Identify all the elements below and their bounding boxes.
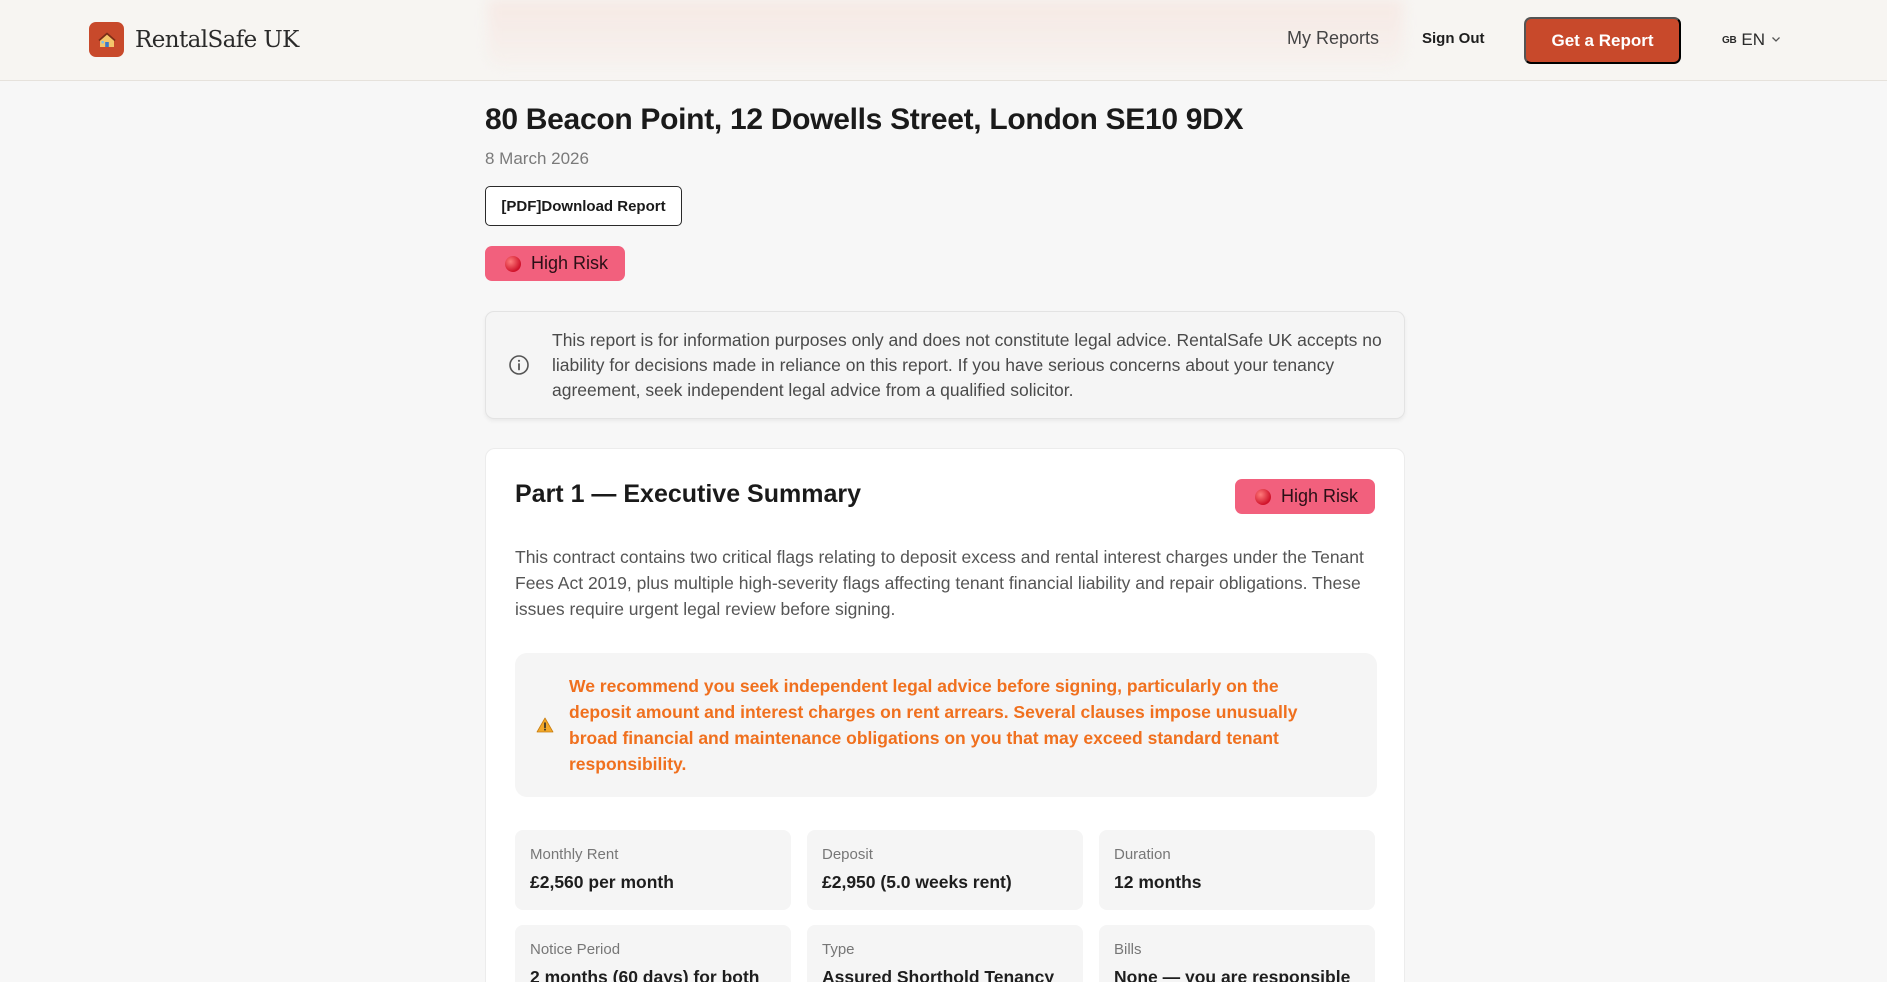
flag-icon: GB	[1722, 34, 1737, 46]
fact-bills: Bills None — you are responsible	[1099, 925, 1375, 982]
fact-label: Bills	[1114, 941, 1142, 958]
risk-dot-icon	[1254, 488, 1271, 505]
fact-type: Type Assured Shorthold Tenancy	[807, 925, 1083, 982]
recommendation-box: We recommend you seek independent legal …	[515, 653, 1377, 797]
recommendation-text: We recommend you seek independent legal …	[569, 676, 1298, 774]
fact-notice-period: Notice Period 2 months (60 days) for bot…	[515, 925, 791, 982]
fact-label: Deposit	[822, 846, 873, 863]
fact-label: Notice Period	[530, 941, 621, 958]
risk-dot-icon	[505, 255, 521, 272]
fact-value: 2 months (60 days) for both	[530, 967, 760, 982]
fact-deposit: Deposit £2,950 (5.0 weeks rent)	[807, 830, 1083, 910]
header-glow	[488, 0, 1403, 66]
page-title: 80 Beacon Point, 12 Dowells Street, Lond…	[485, 103, 1244, 136]
fact-label: Type	[822, 941, 855, 958]
top-navbar: RentalSafe UK My Reports Sign Out Get a …	[0, 0, 1887, 81]
fact-label: Monthly Rent	[530, 846, 619, 863]
fact-value: Assured Shorthold Tenancy	[822, 967, 1055, 982]
executive-summary-card: Part 1 — Executive Summary High Risk Thi…	[485, 448, 1405, 982]
fact-duration: Duration 12 months	[1099, 830, 1375, 910]
info-icon	[508, 354, 530, 381]
risk-badge: High Risk	[485, 246, 626, 281]
fact-value: 12 months	[1114, 872, 1202, 892]
fact-value: None — you are responsible	[1114, 967, 1351, 982]
risk-label: High Risk	[1280, 486, 1358, 506]
disclaimer-box: This report is for information purposes …	[485, 311, 1405, 419]
summary-text: This contract contains two critical flag…	[515, 547, 1364, 619]
disclaimer-text: This report is for information purposes …	[552, 330, 1382, 400]
section-title: Part 1 — Executive Summary	[515, 480, 861, 508]
fact-label: Duration	[1114, 846, 1171, 863]
fact-monthly-rent: Monthly Rent £2,560 per month	[515, 830, 791, 910]
house-logo-icon	[89, 22, 124, 57]
warning-icon	[536, 717, 554, 738]
key-facts-grid: Monthly Rent £2,560 per month Deposit £2…	[515, 830, 1377, 982]
brand-home-link[interactable]: RentalSafe UK	[89, 22, 299, 57]
report-date: 8 March 2026	[485, 149, 589, 168]
language-code: EN	[1741, 30, 1766, 49]
risk-badge: High Risk	[1234, 479, 1375, 514]
fact-value: £2,950 (5.0 weeks rent)	[822, 872, 1012, 892]
nav-sign-out[interactable]: Sign Out	[1422, 30, 1485, 47]
brand-name: RentalSafe UK	[135, 26, 299, 53]
nav-my-reports[interactable]: My Reports	[1287, 28, 1379, 49]
risk-label: High Risk	[531, 253, 609, 273]
chevron-down-icon	[1770, 30, 1782, 50]
language-selector[interactable]: GB EN	[1722, 30, 1782, 50]
fact-value: £2,560 per month	[530, 872, 674, 892]
download-report-button[interactable]: [PDF]Download Report	[485, 186, 682, 226]
get-report-button[interactable]: Get a Report	[1524, 17, 1681, 64]
